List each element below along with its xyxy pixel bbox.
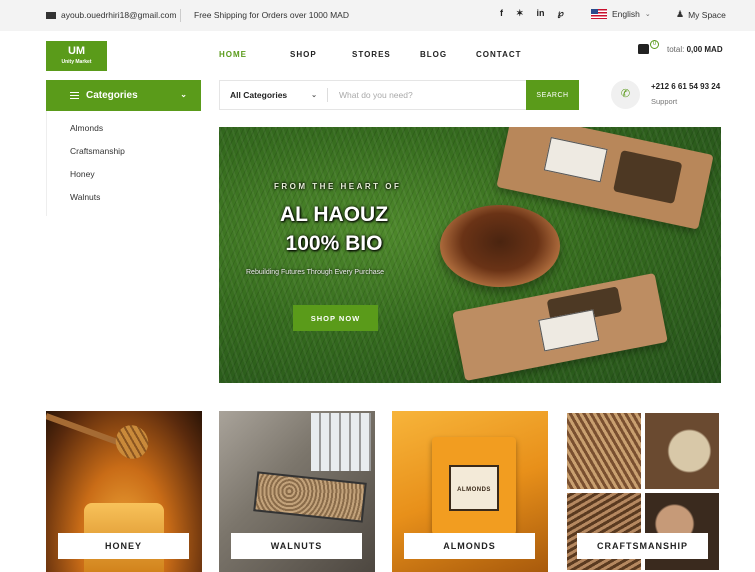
category-tile-walnuts[interactable]: WALNUTS — [219, 411, 375, 572]
weaving-image — [565, 491, 643, 572]
topbar-divider — [180, 9, 181, 22]
category-tile-honey[interactable]: HONEY — [46, 411, 202, 572]
chevron-down-icon: ⌄ — [644, 11, 651, 18]
pouch-window — [612, 150, 683, 204]
chevron-down-icon: ⌄ — [311, 92, 317, 99]
search-category-select[interactable]: All Categories ⌄ — [220, 81, 327, 109]
hero-eyebrow: FROM THE HEART OF — [274, 182, 402, 191]
honey-dipper-image — [109, 419, 155, 465]
product-pouch-image — [452, 272, 668, 382]
tile-label: CRAFTSMANSHIP — [577, 533, 708, 559]
search-input[interactable] — [328, 81, 526, 109]
nav-contact[interactable]: CONTACT — [476, 50, 522, 59]
categories-toggle[interactable]: Categories ⌄ — [46, 80, 201, 111]
nav-stores[interactable]: STORES — [352, 50, 420, 59]
search-bar: All Categories ⌄ SEARCH — [219, 80, 579, 110]
my-space-link[interactable]: ♟ My Space — [676, 9, 726, 20]
language-label: English — [612, 9, 640, 19]
pouch-label — [538, 309, 600, 352]
shipping-notice: Free Shipping for Orders over 1000 MAD — [194, 10, 349, 20]
email-text: ayoub.ouedrhiri18@gmail.com — [61, 10, 177, 20]
logo-mark: UM — [67, 45, 86, 57]
user-icon: ♟ — [676, 9, 685, 19]
top-bar: ayoub.ouedrhiri18@gmail.com Free Shippin… — [0, 0, 755, 31]
social-links: f ✶ in ℘ — [500, 8, 564, 19]
main-nav: HOME SHOP STORES BLOG CONTACT — [219, 50, 522, 59]
support-phone[interactable]: +212 6 61 54 93 24 — [651, 82, 720, 91]
nav-shop[interactable]: SHOP — [290, 50, 352, 59]
phone-icon[interactable]: ✆ — [611, 80, 640, 109]
nav-home[interactable]: HOME — [219, 50, 290, 59]
support-label: Support — [651, 97, 678, 106]
us-flag-icon — [591, 9, 607, 19]
twitter-icon[interactable]: ✶ — [516, 8, 524, 19]
hero-title-line1: AL HAOUZ — [279, 203, 389, 226]
category-item-almonds[interactable]: Almonds — [70, 123, 103, 133]
artisan-hands-image — [643, 491, 721, 572]
pouch-label — [543, 137, 608, 183]
categories-title: Categories — [86, 90, 138, 101]
hero-banner: FROM THE HEART OF AL HAOUZ 100% BIO Rebu… — [219, 127, 721, 383]
pinterest-icon[interactable]: ℘ — [558, 8, 564, 19]
window-image — [311, 413, 371, 471]
almonds-bag-image: ALMONDS — [432, 437, 516, 535]
walnuts-tray-image — [253, 471, 367, 523]
weaving-image — [565, 411, 643, 491]
category-item-honey[interactable]: Honey — [70, 169, 95, 179]
chevron-down-icon: ⌄ — [180, 90, 187, 99]
shop-now-button[interactable]: SHOP NOW — [293, 305, 378, 331]
cart-icon: 0 — [638, 40, 659, 54]
site-logo[interactable]: UM Unity Market — [46, 41, 107, 71]
cart-total-label: total: — [667, 44, 685, 54]
category-item-craftsmanship[interactable]: Craftsmanship — [70, 146, 125, 156]
nav-blog[interactable]: BLOG — [420, 50, 476, 59]
logo-name: Unity Market — [61, 59, 92, 65]
language-selector[interactable]: English ⌄ — [591, 9, 651, 19]
envelope-icon — [46, 11, 56, 19]
hero-tagline: Rebuilding Futures Through Every Purchas… — [246, 269, 385, 276]
categories-list: Almonds Craftsmanship Honey Walnuts — [46, 111, 201, 216]
contact-email[interactable]: ayoub.ouedrhiri18@gmail.com — [46, 10, 176, 20]
account-label: My Space — [688, 9, 726, 20]
cart-total-value: 0,00 MAD — [686, 44, 723, 54]
tile-label: HONEY — [58, 533, 189, 559]
facebook-icon[interactable]: f — [500, 8, 503, 19]
category-item-walnuts[interactable]: Walnuts — [70, 192, 100, 202]
search-category-value: All Categories — [230, 90, 288, 100]
hero-title: AL HAOUZ 100% BIO — [274, 200, 394, 258]
category-tile-craftsmanship[interactable]: CRAFTSMANSHIP — [565, 411, 721, 572]
search-button[interactable]: SEARCH — [526, 80, 579, 110]
wooden-bowl-image — [440, 205, 560, 287]
cart-count-badge: 0 — [650, 40, 659, 49]
tile-label: ALMONDS — [404, 533, 535, 559]
linkedin-icon[interactable]: in — [537, 8, 545, 19]
tile-label: WALNUTS — [231, 533, 362, 559]
basket-image — [643, 411, 721, 491]
hamburger-icon — [70, 92, 79, 99]
cart[interactable]: 0 total: 0,00 MAD — [638, 40, 723, 54]
almonds-bag-label: ALMONDS — [449, 465, 499, 511]
category-tile-almonds[interactable]: ALMONDS ALMONDS — [392, 411, 548, 572]
cart-total: total: 0,00 MAD — [667, 45, 723, 54]
hero-title-line2: 100% BIO — [285, 232, 383, 255]
